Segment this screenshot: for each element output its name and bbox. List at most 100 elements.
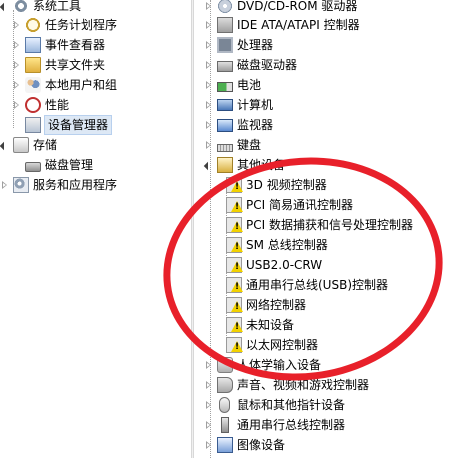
device-category-label: 电池	[237, 78, 262, 92]
tree-node-label: 事件查看器	[45, 38, 106, 52]
collapse-arrow-icon[interactable]	[0, 141, 9, 150]
expand-arrow-icon[interactable]	[204, 440, 213, 450]
device-item[interactable]: PCI 数据捕获和信号处理控制器	[226, 215, 413, 235]
device-item-label: 以太网控制器	[246, 338, 319, 352]
tree-node-label: 任务计划程序	[45, 18, 118, 32]
tree-node-label: 本地用户和组	[45, 78, 118, 92]
collapse-arrow-icon[interactable]	[204, 161, 213, 170]
warning-device-icon	[226, 317, 243, 333]
services-icon	[13, 177, 29, 193]
device-item[interactable]: SM 总线控制器	[226, 235, 328, 255]
device-category-disk-drives[interactable]: 磁盘驱动器	[204, 55, 297, 75]
device-item[interactable]: 以太网控制器	[226, 335, 318, 355]
device-item[interactable]: 网络控制器	[226, 295, 306, 315]
expand-arrow-icon[interactable]	[12, 80, 21, 90]
device-category-label: 鼠标和其他指针设备	[237, 398, 346, 412]
device-category-battery[interactable]: 电池	[204, 75, 261, 95]
warning-device-icon	[226, 277, 243, 293]
device-item[interactable]: PCI 简易通讯控制器	[226, 195, 353, 215]
tree-node-label: 系统工具	[33, 0, 82, 13]
expand-arrow-icon[interactable]	[204, 80, 213, 90]
gear-icon	[13, 0, 29, 14]
tree-node-services-apps[interactable]: 服务和应用程序	[0, 175, 117, 195]
device-item[interactable]: 未知设备	[226, 315, 294, 335]
tree-node-label: 存储	[33, 138, 58, 152]
console-tree-pane: 系统工具 任务计划程序 事件查看器 共享文件夹 本地用户和组 性能 设备管理器 …	[0, 0, 191, 458]
device-category-monitor[interactable]: 监视器	[204, 115, 273, 135]
device-category-ide[interactable]: IDE ATA/ATAPI 控制器	[204, 15, 360, 35]
device-item[interactable]: USB2.0-CRW	[226, 255, 322, 275]
warning-device-icon	[226, 297, 243, 313]
device-category-hid[interactable]: 人体学输入设备	[204, 355, 321, 375]
device-item-label: 未知设备	[246, 318, 295, 332]
device-item-label: PCI 简易通讯控制器	[246, 198, 353, 212]
device-category-label: 键盘	[237, 138, 262, 152]
monitor-icon	[217, 118, 233, 132]
performance-icon	[25, 97, 41, 113]
device-category-processor[interactable]: 处理器	[204, 35, 273, 55]
device-category-mouse[interactable]: 鼠标和其他指针设备	[204, 395, 345, 415]
device-category-label: 图像设备	[237, 438, 286, 452]
expand-arrow-icon[interactable]	[204, 400, 213, 410]
expand-arrow-icon[interactable]	[204, 360, 213, 370]
processor-icon	[217, 37, 233, 53]
tree-node-label: 磁盘管理	[45, 158, 94, 172]
expand-arrow-icon[interactable]	[204, 60, 213, 70]
expand-arrow-icon[interactable]	[204, 380, 213, 390]
expand-arrow-icon[interactable]	[204, 100, 213, 110]
expand-arrow-icon[interactable]	[204, 140, 213, 150]
tree-node-label: 共享文件夹	[45, 58, 106, 72]
expand-arrow-icon[interactable]	[12, 60, 21, 70]
device-category-label: DVD/CD-ROM 驱动器	[237, 0, 358, 13]
hid-icon	[217, 357, 233, 373]
device-category-other-devices[interactable]: 其他设备	[204, 155, 285, 175]
device-item-label: 通用串行总线(USB)控制器	[246, 278, 388, 292]
device-category-label: 计算机	[237, 98, 274, 112]
expand-arrow-icon[interactable]	[0, 180, 9, 190]
expand-arrow-icon[interactable]	[204, 1, 213, 11]
device-category-dvd[interactable]: DVD/CD-ROM 驱动器	[204, 0, 357, 16]
expand-arrow-icon[interactable]	[204, 20, 213, 30]
tree-node-label: 设备管理器	[43, 115, 113, 135]
tree-node-local-users[interactable]: 本地用户和组	[12, 75, 117, 95]
battery-icon	[217, 81, 233, 92]
expand-arrow-icon[interactable]	[12, 40, 21, 50]
tree-node-event-viewer[interactable]: 事件查看器	[12, 35, 105, 55]
tree-node-label: 服务和应用程序	[33, 178, 118, 192]
device-manager-icon	[25, 117, 41, 133]
device-item-label: PCI 数据捕获和信号处理控制器	[246, 218, 413, 232]
tree-node-label: 性能	[45, 98, 70, 112]
device-category-computer[interactable]: 计算机	[204, 95, 273, 115]
device-item-label: USB2.0-CRW	[246, 258, 323, 272]
tree-node-performance[interactable]: 性能	[12, 95, 69, 115]
usb-icon	[221, 417, 229, 433]
device-item[interactable]: 通用串行总线(USB)控制器	[226, 275, 388, 295]
mouse-icon	[219, 397, 230, 413]
device-item-label: 网络控制器	[246, 298, 307, 312]
device-category-label: 其他设备	[237, 158, 286, 172]
device-category-keyboard[interactable]: 键盘	[204, 135, 261, 155]
device-category-sound[interactable]: 声音、视频和游戏控制器	[204, 375, 369, 395]
device-category-usb[interactable]: 通用串行总线控制器	[204, 415, 345, 435]
event-log-icon	[25, 37, 41, 53]
tree-node-disk-management[interactable]: 磁盘管理	[12, 155, 93, 175]
clock-icon	[25, 17, 41, 33]
tree-node-system-tools[interactable]: 系统工具	[0, 0, 81, 16]
device-item-label: SM 总线控制器	[246, 238, 328, 252]
ide-controller-icon	[217, 17, 233, 33]
sound-icon	[217, 377, 233, 393]
tree-node-task-scheduler[interactable]: 任务计划程序	[12, 15, 117, 35]
expand-arrow-icon[interactable]	[12, 20, 21, 30]
expand-arrow-icon[interactable]	[204, 420, 213, 430]
expand-arrow-icon[interactable]	[204, 120, 213, 130]
device-item[interactable]: 3D 视频控制器	[226, 175, 327, 195]
device-category-imaging[interactable]: 图像设备	[204, 435, 285, 455]
expand-arrow-icon[interactable]	[12, 100, 21, 110]
imaging-device-icon	[217, 437, 233, 453]
storage-icon	[13, 137, 29, 153]
tree-node-storage[interactable]: 存储	[0, 135, 57, 155]
tree-node-shared-folders[interactable]: 共享文件夹	[12, 55, 105, 75]
expand-arrow-icon[interactable]	[204, 40, 213, 50]
collapse-arrow-icon[interactable]	[0, 2, 9, 11]
tree-node-device-manager[interactable]: 设备管理器	[12, 115, 113, 135]
